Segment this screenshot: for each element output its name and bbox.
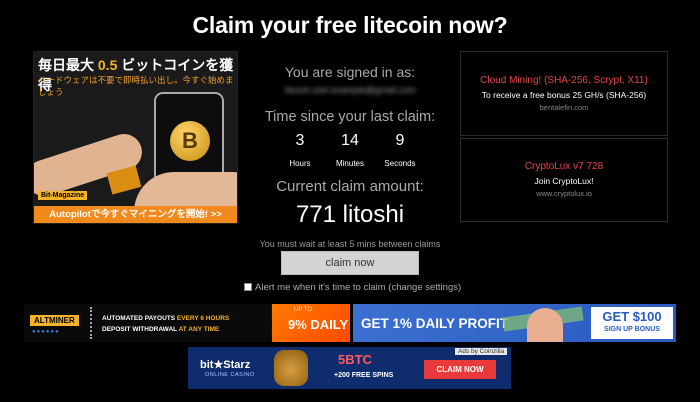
bitstarz-subtitle: ONLINE CASINO [205, 372, 255, 378]
time-since-label: Time since your last claim: [264, 109, 436, 125]
page-title: Claim your free litecoin now? [192, 12, 508, 38]
claim-now-button[interactable]: CLAIM NOW [424, 360, 496, 379]
altminer-line2: DEPOSIT WITHDRAWAL AT ANY TIME [102, 326, 220, 333]
altminer-logo: ALTMINER [30, 315, 79, 326]
text-ad-cloud-mining[interactable]: Cloud Mining! (SHA-256, Scrypt, X11) To … [460, 51, 668, 136]
daily-rate: 9% DAILY [288, 317, 349, 332]
bitcoin-mining-ad[interactable]: 毎日最大 0.5 ビットコインを獲得 ハードウェアは不要で即時払い出し。今すぐ始… [33, 51, 238, 224]
bitcoin-icon: B [170, 121, 210, 161]
current-amount: 771 litoshi [295, 201, 405, 228]
alert-label-close: ) [457, 282, 462, 293]
free-spins-offer: +200 FREE SPINS [334, 372, 394, 379]
timer-minutes: 14 Minutes [333, 132, 367, 168]
ad-description: Join CryptoLux! [534, 176, 594, 186]
ad-brand-tag: Bit-Magazine [38, 191, 88, 200]
profit-headline: GET 1% DAILY PROFIT [361, 316, 509, 331]
ads-by-label[interactable]: Ads by Coinzilla [455, 348, 508, 355]
timer-hours-label: Hours [289, 159, 311, 168]
signed-in-label: You are signed in as: [284, 64, 416, 80]
daily-profit-banner[interactable]: GET 1% DAILY PROFIT GET $100 SIGN UP BON… [353, 304, 676, 342]
timer-hours: 3 Hours [283, 132, 317, 168]
ad-title[interactable]: CryptoLux v7 728 [461, 161, 667, 172]
ad-cta-bar[interactable]: Autopilotで今すぐマイニングを開始! >> [34, 206, 237, 223]
finger-image [34, 129, 147, 201]
bonus-label: SIGN UP BONUS [604, 326, 660, 333]
alert-checkbox[interactable] [244, 283, 252, 291]
timer-seconds-label: Seconds [384, 159, 416, 168]
alert-option: Alert me when it's time to claim (change… [244, 282, 504, 293]
ad-description: To receive a free bonus 25 GH/s (SHA-256… [481, 90, 647, 100]
claim-button[interactable]: claim now [281, 251, 419, 275]
timer-seconds: 9 Seconds [383, 132, 417, 168]
bitstarz-logo: bit★Starz [200, 359, 251, 371]
timer-minutes-value: 14 [341, 132, 359, 149]
altminer-daily-box: UP TO 9% DAILY [272, 304, 350, 342]
ad-title[interactable]: Cloud Mining! (SHA-256, Scrypt, X11) [461, 75, 667, 86]
claim-timer: 3 Hours 14 Minutes 9 Seconds [250, 132, 450, 168]
change-settings-link[interactable]: change settings [391, 282, 458, 293]
mascot-image [274, 350, 308, 386]
bonus-box: GET $100 SIGN UP BONUS [591, 307, 673, 339]
wait-notice: You must wait at least 5 mins between cl… [259, 239, 441, 249]
upto-label: UP TO [294, 307, 313, 313]
ad-url[interactable]: www.cryptolux.io [461, 189, 667, 198]
altminer-banner[interactable]: ALTMINER ●●●●●● AUTOMATED PAYOUTS EVERY … [24, 304, 350, 342]
user-email: faucet.user.example@gmail.com [285, 85, 416, 95]
text-ad-cryptolux[interactable]: CryptoLux v7 728 Join CryptoLux! www.cry… [460, 138, 668, 222]
bonus-amount: GET $100 [602, 309, 662, 324]
person-image [527, 308, 563, 342]
crypto-coins-icon: ●●●●●● [32, 329, 60, 335]
current-amount-label: Current claim amount: [276, 178, 424, 195]
alert-label: Alert me when it's time to claim ( [255, 282, 392, 293]
timer-seconds-value: 9 [395, 132, 405, 149]
altminer-line1: AUTOMATED PAYOUTS EVERY 6 HOURS [102, 315, 230, 322]
claim-status-panel: You are signed in as: faucet.user.exampl… [250, 64, 450, 249]
ad-url[interactable]: bentalefin.com [461, 103, 667, 112]
timer-minutes-label: Minutes [335, 159, 364, 168]
btc-offer: 5BTC [338, 352, 372, 367]
timer-hours-value: 3 [295, 132, 305, 149]
divider [90, 307, 92, 339]
